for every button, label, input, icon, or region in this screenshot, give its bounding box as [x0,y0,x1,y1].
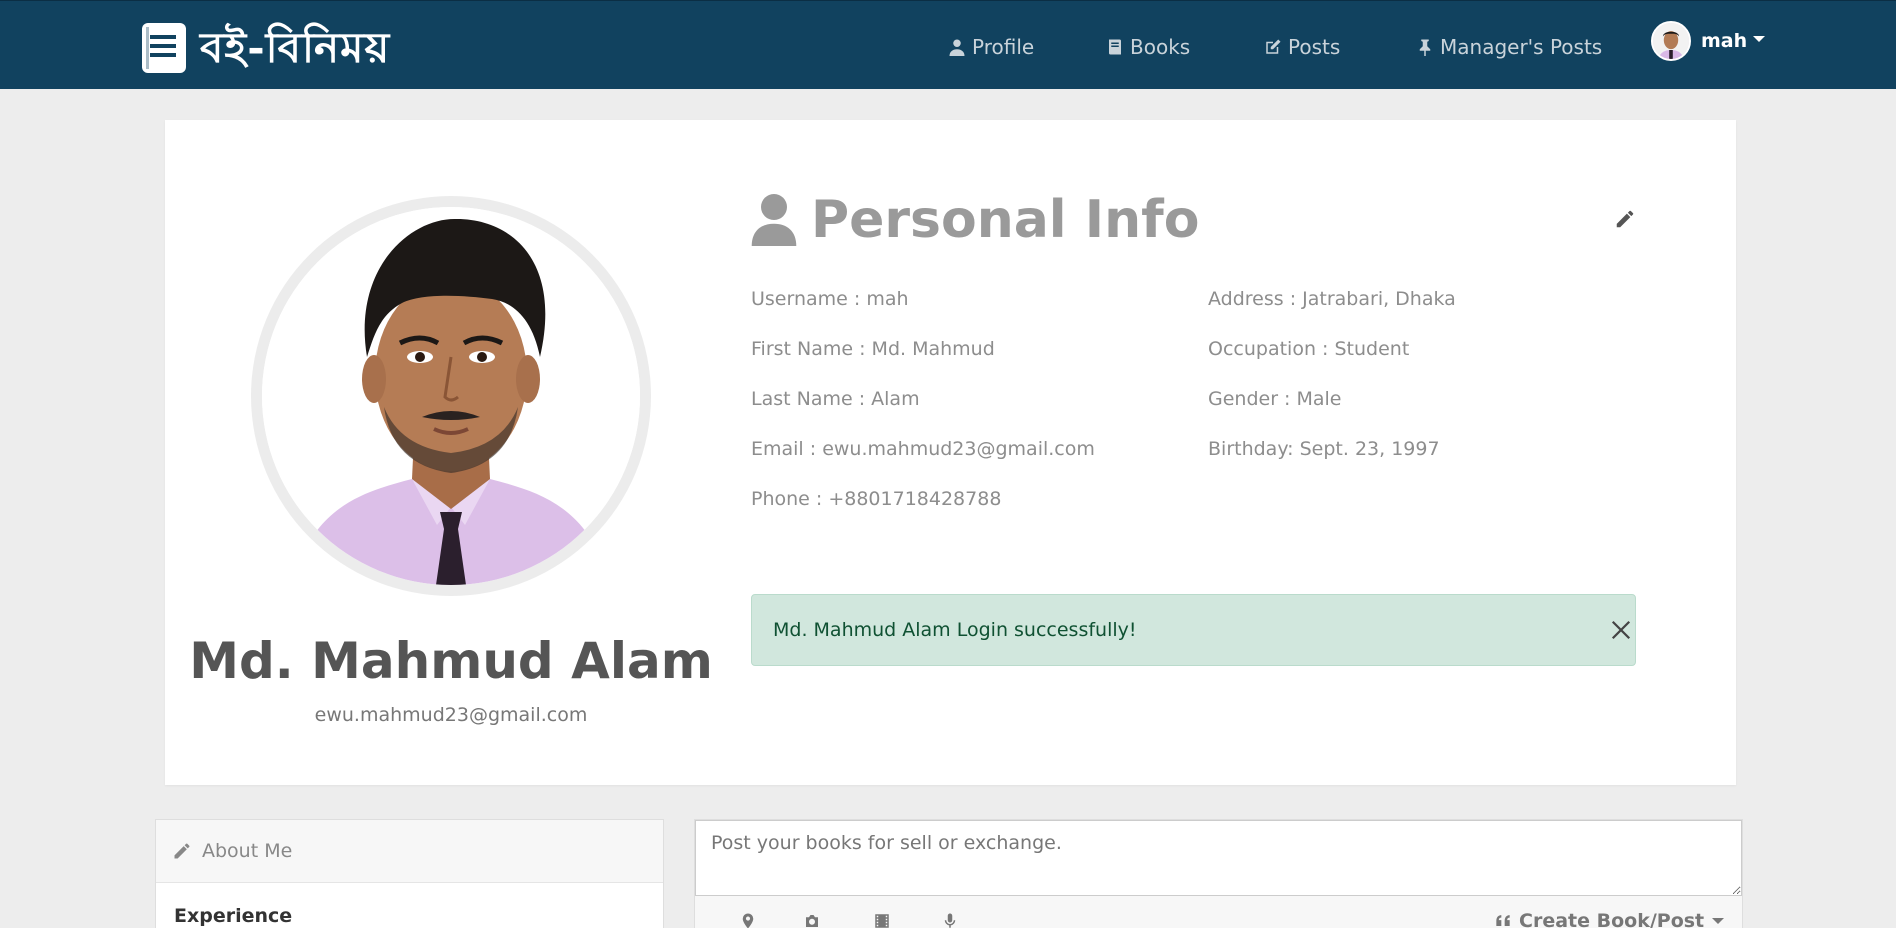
audio-button[interactable] [941,912,961,928]
avatar [1651,21,1691,61]
nav-item-label: Manager's Posts [1440,35,1603,59]
nav-item-books[interactable]: Books [1106,35,1190,59]
edit-icon [1266,39,1281,54]
profile-photo [262,207,640,585]
post-input[interactable] [695,820,1742,896]
close-icon [1611,620,1631,640]
about-me-title: About Me [202,840,293,862]
about-me-card: About Me Experience [155,819,664,928]
film-icon [875,914,889,928]
chevron-down-icon [1712,918,1725,924]
create-post-label: Create Book/Post [1519,910,1705,928]
nav-item-posts[interactable]: Posts [1264,35,1340,59]
profile-photo-frame [251,196,651,596]
map-pin-icon [742,913,754,928]
info-email: Email : ewu.mahmud23@gmail.com [751,438,1095,460]
top-navbar: বই-বিনিময় Profile Books Posts Manager's… [0,0,1896,89]
user-menu-toggle[interactable]: mah [1651,21,1766,61]
personal-info-title: Personal Info [811,190,1200,250]
about-me-header: About Me [156,820,663,883]
info-username: Username : mah [751,288,909,310]
microphone-icon [944,913,956,928]
edit-profile-button[interactable] [1614,208,1638,232]
alert-message: Md. Mahmud Alam Login successfully! [773,619,1137,641]
close-alert-button[interactable] [1610,619,1634,643]
nav-item-managers-posts[interactable]: Manager's Posts [1416,35,1602,59]
profile-email: ewu.mahmud23@gmail.com [314,704,588,726]
quote-icon [1496,915,1510,926]
profile-card: Md. Mahmud Alam ewu.mahmud23@gmail.com P… [165,120,1736,785]
nav-item-profile[interactable]: Profile [948,35,1034,59]
info-first-name: First Name : Md. Mahmud [751,338,995,360]
profile-full-name: Md. Mahmud Alam [189,632,713,690]
pencil-icon [1616,210,1634,228]
brand-logo[interactable]: বই-বিনিময় [142,23,390,73]
nav-item-label: Posts [1288,35,1341,59]
personal-info-heading: Personal Info [751,190,1199,250]
book-icon [1109,39,1121,55]
info-gender: Gender : Male [1208,388,1342,410]
info-occupation: Occupation : Student [1208,338,1410,360]
success-alert: Md. Mahmud Alam Login successfully! [751,594,1636,666]
pencil-icon [174,843,190,859]
user-icon [751,194,797,246]
experience-label: Experience [174,905,293,927]
nav-item-label: Books [1130,35,1191,59]
book-logo-icon [142,23,186,73]
info-birthday: Birthday: Sept. 23, 1997 [1208,438,1440,460]
create-book-post-button[interactable]: Create Book/Post [1493,910,1725,928]
post-composer: Create Book/Post [694,819,1743,928]
camera-icon [806,915,818,927]
video-button[interactable] [873,912,893,928]
brand-title: বই-বিনিময় [200,23,391,72]
photo-button[interactable] [803,912,823,928]
location-button[interactable] [739,912,759,928]
pin-icon [1419,39,1431,56]
chevron-down-icon [1753,36,1766,42]
info-last-name: Last Name : Alam [751,388,920,410]
user-icon [949,39,965,56]
user-name: mah [1701,30,1748,52]
info-phone: Phone : +8801718428788 [751,488,1002,510]
info-address: Address : Jatrabari, Dhaka [1208,288,1456,310]
nav-item-label: Profile [972,35,1035,59]
